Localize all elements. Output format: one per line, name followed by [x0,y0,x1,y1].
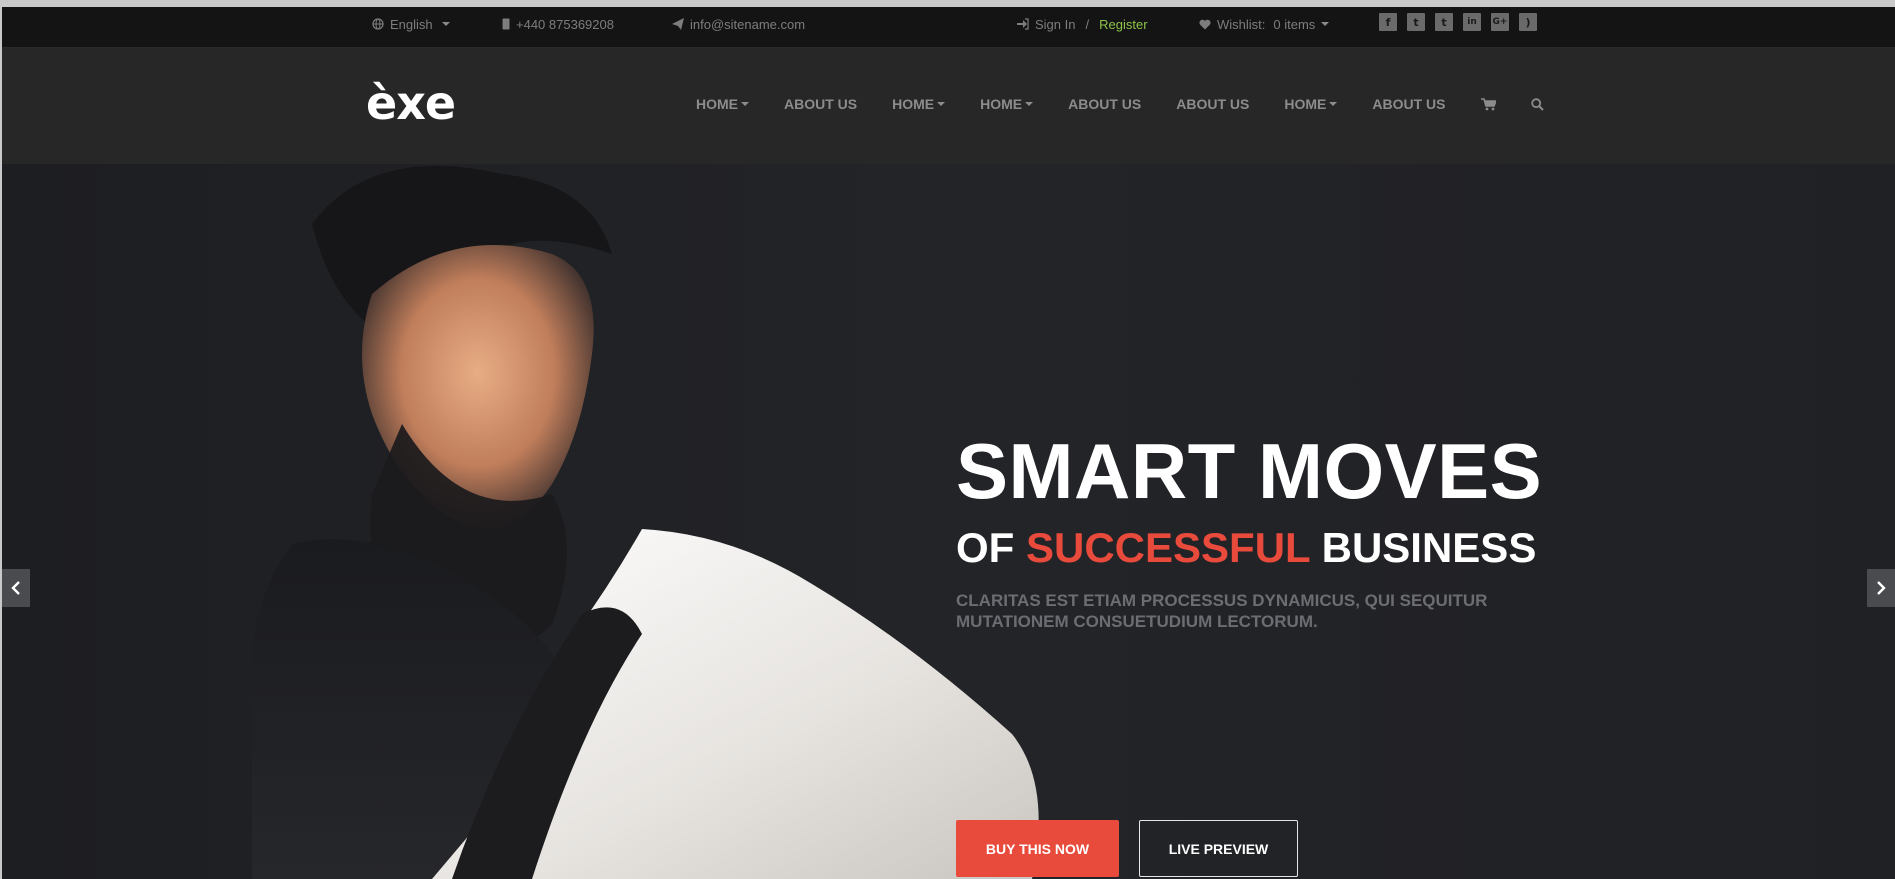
nav-item-home[interactable]: HOME [980,96,1034,112]
phone-icon [502,18,510,30]
account-links: Sign In / Register [1017,15,1148,33]
search-button[interactable] [1530,97,1544,111]
shopping-cart-icon [1480,97,1496,110]
chevron-down-icon [937,102,946,106]
sign-in-icon [1017,18,1029,30]
rss-icon[interactable]: ) [1519,13,1537,31]
nav-item-home[interactable]: HOME [892,96,946,112]
register-link[interactable]: Register [1099,17,1147,32]
search-icon [1530,97,1544,111]
chevron-down-icon [441,22,450,26]
nav-item-about-us[interactable]: ABOUT US [1176,96,1249,112]
paper-plane-icon [672,18,684,30]
nav-item-label: HOME [980,96,1023,112]
hero-slider: SMART MOVES OF SUCCESSFUL BUSINESS CLARI… [2,164,1895,879]
chevron-left-icon [11,581,20,595]
wishlist-dropdown[interactable]: Wishlist: 0 items [1199,15,1330,33]
hero-subtitle-pre: OF [956,524,1015,571]
live-preview-button[interactable]: LIVE PREVIEW [1139,820,1298,877]
hero-buttons: BUY THIS NOW LIVE PREVIEW [956,820,1298,877]
hero-subtitle-accent: SUCCESSFUL [1026,524,1310,571]
wishlist-label: Wishlist: [1217,16,1266,32]
heart-icon [1199,19,1211,29]
main-nav: HOME ABOUT US HOME HOME ABOUT US ABOUT U… [696,96,1579,112]
language-label: English [390,16,433,32]
slider-next-button[interactable] [1867,569,1895,607]
nav-item-label: ABOUT US [784,96,858,112]
chevron-right-icon [1877,581,1886,595]
cart-button[interactable] [1480,97,1496,111]
globe-icon [372,18,384,30]
wishlist-count: 0 items [1273,16,1316,32]
chevron-down-icon [1329,102,1338,106]
hero-title: SMART MOVES [956,427,1543,515]
email-address: info@sitename.com [690,16,806,32]
chevron-down-icon [1025,102,1034,106]
nav-item-home[interactable]: HOME [696,96,749,112]
sign-in-link[interactable]: Sign In [1035,17,1075,32]
nav-item-label: HOME [1284,96,1327,112]
hero-subtitle-post: BUSINESS [1321,524,1537,571]
main-header: èxe HOME ABOUT US HOME HOME ABOUT US ABO… [2,48,1895,164]
twitter-icon[interactable]: t [1407,13,1425,31]
google-plus-icon[interactable]: G+ [1491,13,1509,31]
chevron-down-icon [1321,22,1330,26]
nav-item-home[interactable]: HOME [1284,96,1338,112]
phone-contact: +440 875369208 [502,15,614,33]
nav-item-about-us[interactable]: ABOUT US [1068,96,1141,112]
nav-item-label: HOME [892,96,935,112]
nav-item-about-us[interactable]: ABOUT US [784,96,857,112]
buy-now-button[interactable]: BUY THIS NOW [956,820,1119,877]
top-bar: English +440 875369208 info@sitename.com… [2,7,1895,48]
chevron-down-icon [741,102,749,106]
nav-item-about-us[interactable]: ABOUT US [1372,96,1445,112]
language-selector[interactable]: English [372,15,450,33]
nav-item-label: ABOUT US [1176,96,1250,112]
social-links: f t t in G+ ) [1379,13,1537,31]
nav-item-label: ABOUT US [1372,96,1446,112]
nav-item-label: HOME [696,96,738,112]
slider-prev-button[interactable] [2,569,30,607]
page-frame: English +440 875369208 info@sitename.com… [2,7,1895,879]
facebook-icon[interactable]: f [1379,13,1397,31]
hero-description: CLARITAS EST ETIAM PROCESSUS DYNAMICUS, … [956,591,1488,631]
separator: / [1085,16,1090,32]
linkedin-icon[interactable]: in [1463,13,1481,31]
hero-content: SMART MOVES OF SUCCESSFUL BUSINESS CLARI… [956,427,1543,877]
hero-subtitle: OF SUCCESSFUL BUSINESS [956,524,1542,572]
tumblr-icon[interactable]: t [1435,13,1453,31]
email-contact[interactable]: info@sitename.com [672,15,805,33]
nav-item-label: ABOUT US [1068,96,1142,112]
site-logo[interactable]: èxe [366,76,456,130]
phone-number: +440 875369208 [516,16,614,32]
